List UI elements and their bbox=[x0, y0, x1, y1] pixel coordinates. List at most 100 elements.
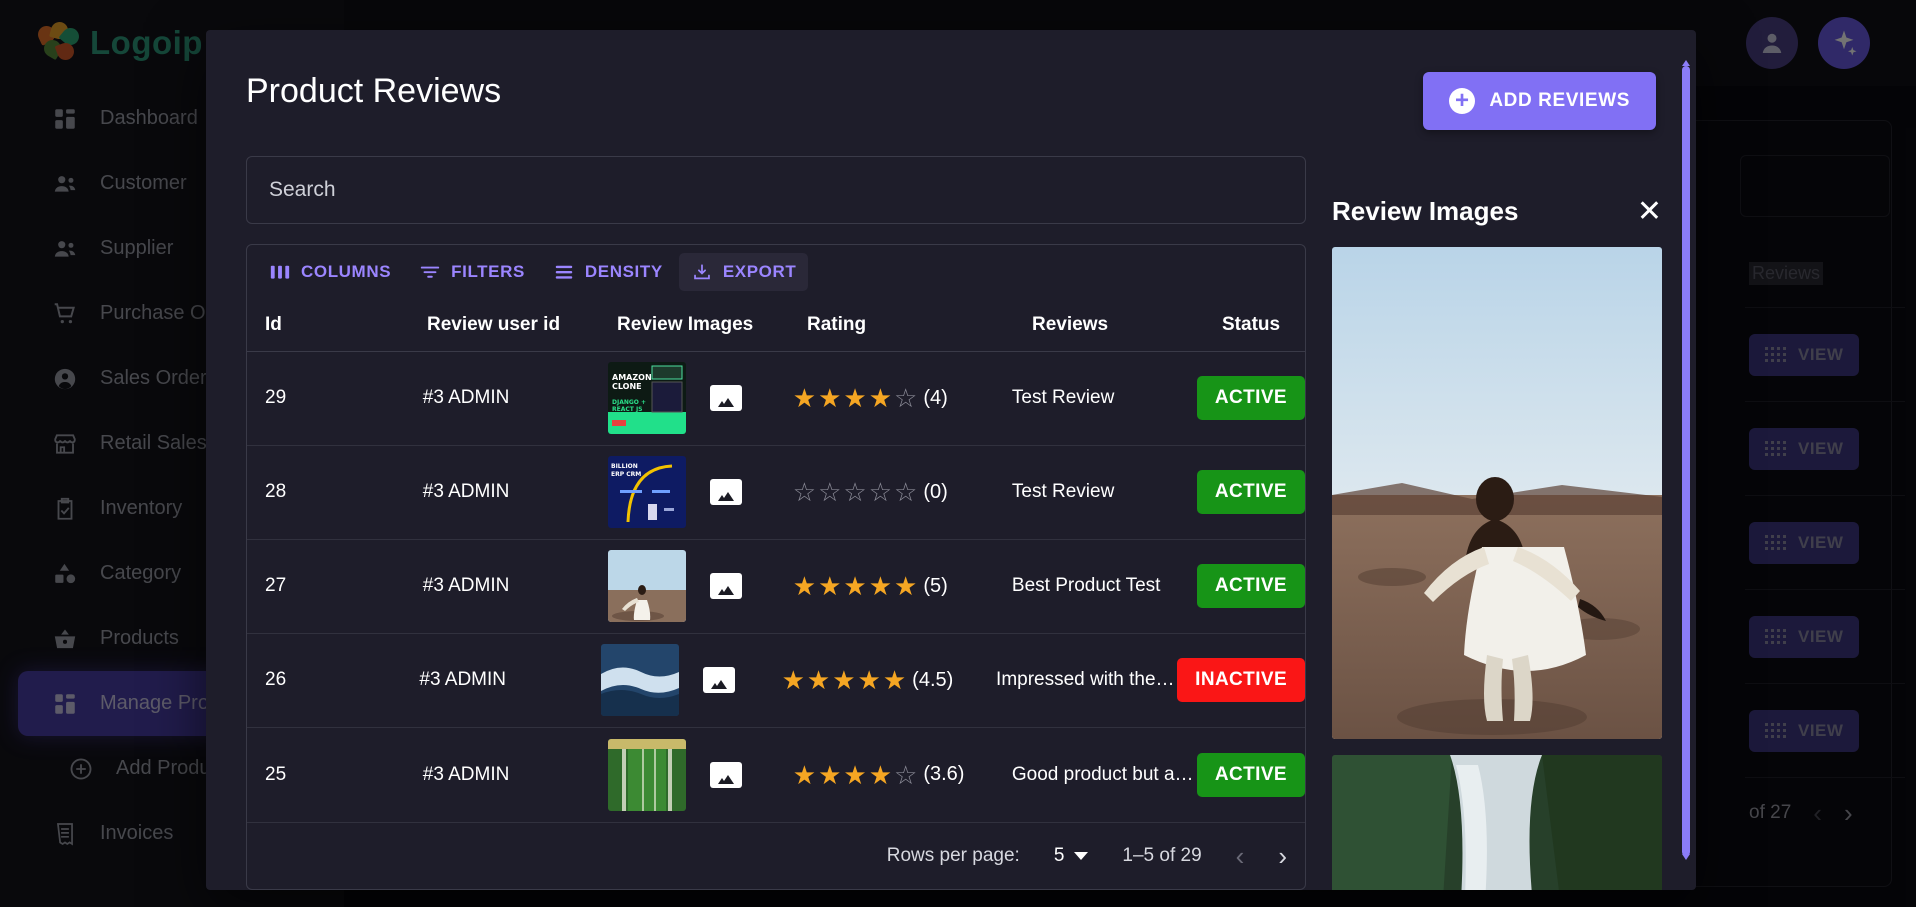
star-filled-icon: ★ bbox=[894, 571, 918, 602]
chevron-right-icon[interactable]: › bbox=[1278, 843, 1287, 869]
cell-id: 28 bbox=[265, 481, 287, 503]
table-row[interactable]: 27 #3 ADMIN ★ ★ ★ ★ ★ (5) Best Product Test ACTIV… bbox=[247, 540, 1305, 634]
review-thumbnail[interactable] bbox=[607, 550, 686, 623]
cell-rating: ★ ★ ★ ★ ☆ (4) bbox=[793, 385, 1012, 411]
reviews-data-grid: COLUMNS FILTERS DENSITY EXPORT Id Review use… bbox=[246, 244, 1306, 890]
svg-text:BILLION: BILLION bbox=[611, 463, 638, 470]
image-placeholder-icon[interactable] bbox=[709, 385, 742, 412]
cell-reviews: Best Product Test bbox=[1011, 575, 1161, 597]
cell-status: ACTIVE bbox=[1196, 752, 1305, 797]
table-row[interactable]: 28 #3 ADMIN BILLION ERP CRM ☆ ☆ ☆ ☆ ☆ (0) Test Rev… bbox=[247, 446, 1305, 540]
status-badge[interactable]: ACTIVE bbox=[1196, 470, 1305, 515]
rows-per-page-select[interactable]: 5 bbox=[1054, 845, 1089, 867]
product-reviews-dialog: Product Reviews + ADD REVIEWS COLUMNS FIL… bbox=[206, 30, 1696, 890]
review-image-preview-large[interactable] bbox=[1332, 247, 1662, 739]
cell-status: ACTIVE bbox=[1196, 376, 1305, 421]
column-header-review-user-id[interactable]: Review user id bbox=[427, 314, 617, 336]
search-field[interactable] bbox=[246, 156, 1306, 224]
chevron-down-icon bbox=[1074, 851, 1089, 860]
star-filled-icon: ★ bbox=[792, 383, 817, 414]
status-badge[interactable]: ACTIVE bbox=[1196, 752, 1305, 797]
pagination-range: 1–5 of 29 bbox=[1122, 844, 1202, 866]
dialog-scrollbar-thumb[interactable] bbox=[1682, 66, 1690, 856]
density-label: DENSITY bbox=[584, 262, 663, 282]
review-image-preview-small[interactable] bbox=[1332, 755, 1662, 890]
star-filled-icon: ★ bbox=[882, 665, 907, 696]
grid-toolbar: COLUMNS FILTERS DENSITY EXPORT bbox=[247, 245, 1305, 299]
scroll-down-icon[interactable] bbox=[1682, 854, 1690, 860]
app-root: Logoip DashboardCustomerSupplierPurchase… bbox=[0, 0, 1916, 907]
svg-text:DJANGO +: DJANGO + bbox=[612, 399, 646, 406]
status-badge[interactable]: INACTIVE bbox=[1177, 658, 1305, 703]
column-header-reviews[interactable]: Reviews bbox=[1032, 314, 1222, 336]
review-thumbnail[interactable]: BILLION ERP CRM bbox=[607, 456, 686, 529]
table-row[interactable]: 25 #3 ADMIN ★ ★ ★ ★ ☆ (3.6) Good product but a… A… bbox=[247, 728, 1305, 822]
cell-id: 27 bbox=[265, 575, 287, 597]
column-header-id[interactable]: Id bbox=[247, 314, 427, 336]
star-empty-icon: ☆ bbox=[818, 477, 842, 508]
status-badge[interactable]: ACTIVE bbox=[1196, 376, 1305, 421]
svg-text:ERP CRM: ERP CRM bbox=[611, 471, 641, 478]
rating-stars: ★ ★ ★ ★ ☆ (4) bbox=[793, 385, 1012, 411]
star-filled-icon: ★ bbox=[843, 383, 867, 414]
star-filled-icon: ★ bbox=[868, 571, 893, 602]
rating-value: (5) bbox=[923, 574, 948, 597]
table-row[interactable]: 29 #3 ADMIN AMAZON CLONE DJANGO + REACT JS ★ ★ ★… bbox=[247, 352, 1305, 446]
columns-label: COLUMNS bbox=[301, 262, 392, 282]
grid-rows: 29 #3 ADMIN AMAZON CLONE DJANGO + REACT JS ★ ★ ★… bbox=[247, 352, 1305, 822]
svg-text:AMAZON: AMAZON bbox=[612, 373, 652, 382]
cell-reviews: Test Review bbox=[1011, 387, 1115, 409]
review-thumbnail[interactable] bbox=[607, 738, 686, 811]
density-button[interactable]: DENSITY bbox=[541, 253, 675, 291]
cell-review-user-id: #3 ADMIN bbox=[422, 763, 510, 785]
filters-label: FILTERS bbox=[451, 262, 525, 282]
image-placeholder-icon[interactable] bbox=[709, 761, 742, 788]
close-icon[interactable]: ✕ bbox=[1637, 196, 1662, 227]
image-placeholder-icon[interactable] bbox=[702, 667, 735, 694]
export-button[interactable]: EXPORT bbox=[678, 253, 809, 292]
grid-header-row: Id Review user id Review Images Rating Revie… bbox=[247, 299, 1305, 352]
cell-status: ACTIVE bbox=[1196, 470, 1305, 515]
density-icon bbox=[553, 263, 575, 281]
image-placeholder-icon[interactable] bbox=[709, 573, 742, 600]
cell-review-images: AMAZON CLONE DJANGO + REACT JS bbox=[607, 362, 793, 435]
filters-button[interactable]: FILTERS bbox=[407, 253, 537, 291]
column-header-review-images[interactable]: Review Images bbox=[617, 314, 807, 336]
star-empty-icon: ☆ bbox=[843, 477, 867, 508]
star-filled-icon: ★ bbox=[818, 383, 842, 414]
rating-value: (3.6) bbox=[923, 763, 965, 786]
review-thumbnail[interactable] bbox=[600, 644, 679, 717]
cell-rating: ★ ★ ★ ★ ★ (4.5) bbox=[782, 667, 996, 693]
star-filled-icon: ★ bbox=[806, 665, 831, 696]
svg-text:CLONE: CLONE bbox=[612, 382, 642, 391]
cell-id: 29 bbox=[265, 387, 287, 409]
star-empty-icon: ☆ bbox=[894, 383, 918, 414]
star-filled-icon: ★ bbox=[843, 571, 867, 602]
rating-value: (0) bbox=[923, 480, 948, 503]
star-filled-icon: ★ bbox=[857, 665, 881, 696]
star-filled-icon: ★ bbox=[792, 759, 817, 790]
columns-button[interactable]: COLUMNS bbox=[257, 253, 403, 291]
cell-rating: ★ ★ ★ ★ ☆ (3.6) bbox=[793, 762, 1012, 788]
chevron-left-icon[interactable]: ‹ bbox=[1236, 843, 1245, 869]
status-badge[interactable]: ACTIVE bbox=[1196, 564, 1305, 609]
rating-stars: ★ ★ ★ ★ ★ (5) bbox=[793, 573, 1012, 599]
dialog-body: COLUMNS FILTERS DENSITY EXPORT IdReview use… bbox=[206, 130, 1696, 890]
rating-stars: ★ ★ ★ ★ ☆ (3.6) bbox=[793, 762, 1012, 788]
column-header-status[interactable]: Status bbox=[1222, 314, 1305, 336]
star-empty-icon: ☆ bbox=[894, 477, 918, 508]
star-filled-icon: ★ bbox=[868, 383, 893, 414]
columns-icon bbox=[269, 263, 291, 281]
star-empty-icon: ☆ bbox=[894, 759, 918, 790]
scroll-up-icon[interactable] bbox=[1682, 60, 1690, 66]
review-thumbnail[interactable]: AMAZON CLONE DJANGO + REACT JS bbox=[607, 362, 686, 435]
dialog-scrollbar[interactable] bbox=[1682, 66, 1690, 856]
image-placeholder-icon[interactable] bbox=[709, 479, 742, 506]
cell-reviews: Good product but a… bbox=[1011, 763, 1194, 785]
filter-icon bbox=[419, 263, 441, 281]
column-header-rating[interactable]: Rating bbox=[807, 314, 1032, 336]
search-input[interactable] bbox=[269, 178, 1283, 202]
star-filled-icon: ★ bbox=[818, 759, 842, 790]
add-reviews-button[interactable]: + ADD REVIEWS bbox=[1423, 72, 1656, 130]
table-row[interactable]: 26 #3 ADMIN ★ ★ ★ ★ ★ (4.5) Impressed with the… I… bbox=[247, 634, 1305, 728]
